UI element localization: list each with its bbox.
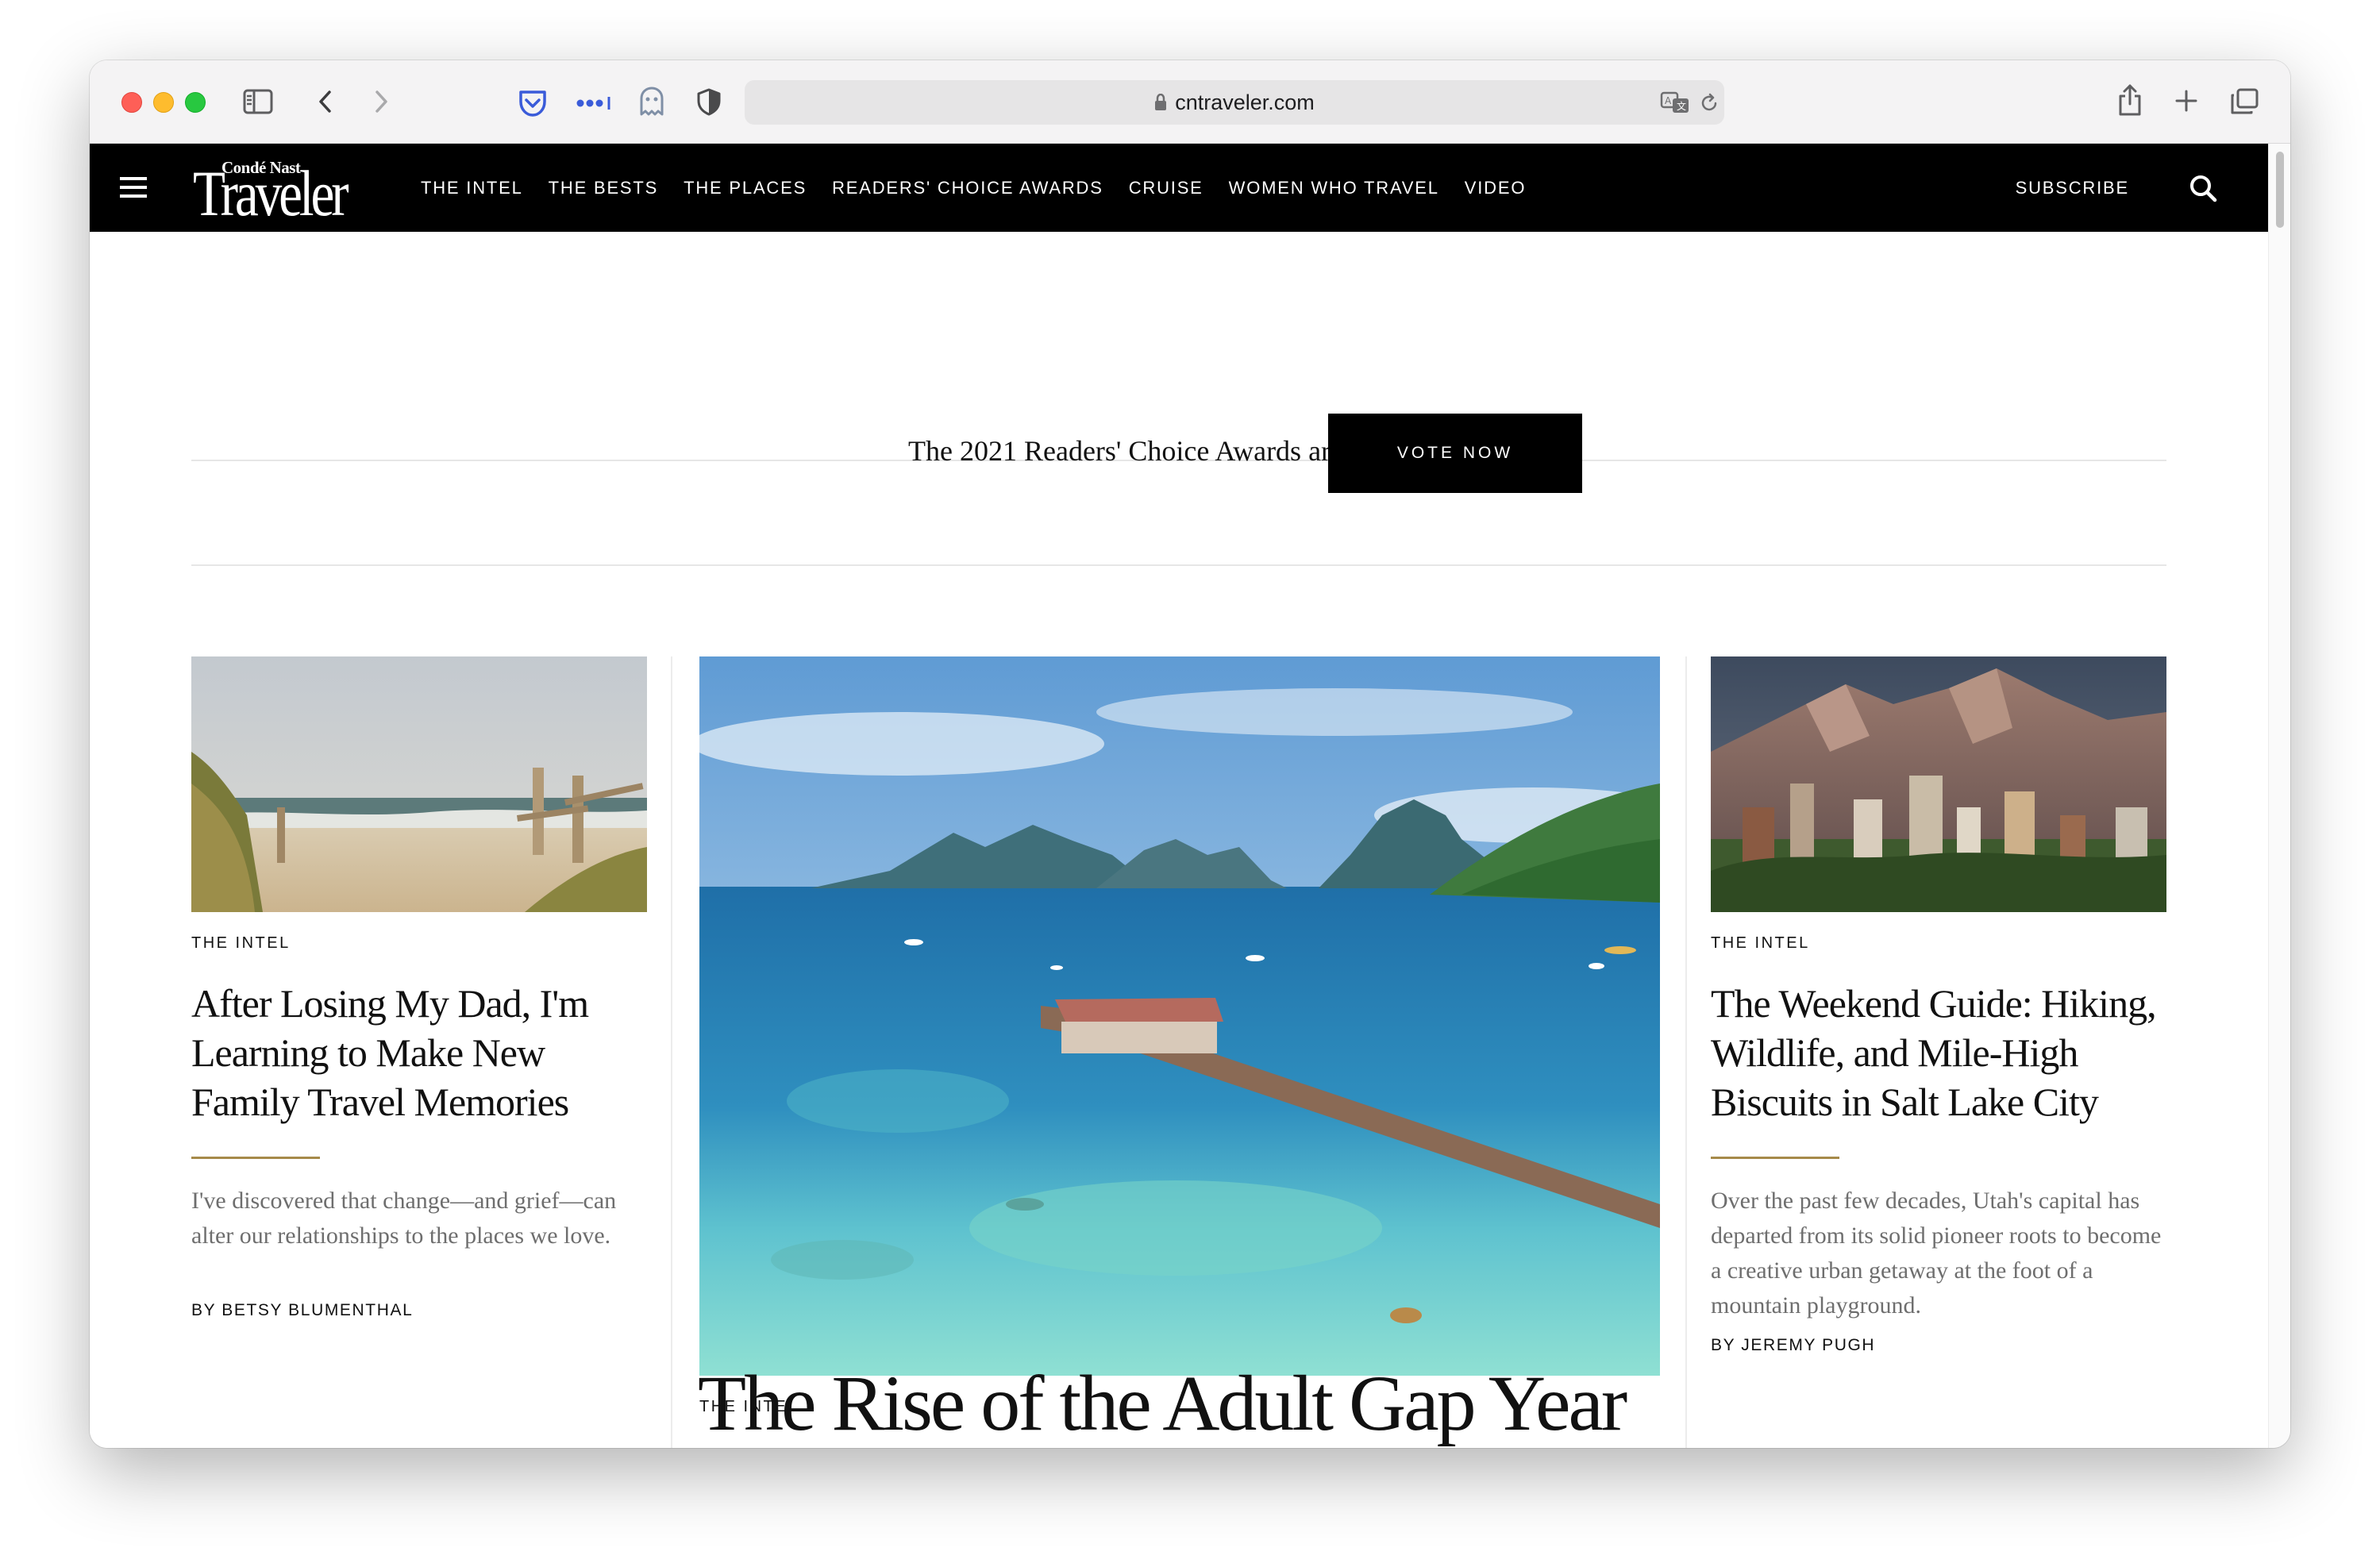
- vote-now-button[interactable]: VOTE NOW: [1328, 414, 1582, 493]
- browser-window: cntraveler.com A文 Condé Nast Traveler TH…: [90, 60, 2290, 1448]
- forward-icon[interactable]: [369, 87, 393, 116]
- beach-article-image[interactable]: [191, 656, 647, 912]
- scrollbar-thumb[interactable]: [2276, 152, 2284, 228]
- search-icon[interactable]: [2189, 174, 2217, 206]
- nav-the-places[interactable]: THE PLACES: [684, 178, 807, 198]
- article-headline[interactable]: After Losing My Dad, I'm Learning to Mak…: [191, 979, 636, 1126]
- main-nav: THE INTEL THE BESTS THE PLACES READERS' …: [421, 144, 1551, 232]
- zoom-window-button[interactable]: [185, 92, 206, 113]
- page-scrollbar[interactable]: [2268, 144, 2290, 1448]
- sidebar-icon[interactable]: [242, 87, 274, 116]
- url-text: cntraveler.com: [1175, 90, 1315, 114]
- svg-text:文: 文: [1677, 100, 1686, 112]
- site-navbar: Condé Nast Traveler THE INTEL THE BESTS …: [90, 144, 2268, 232]
- minimize-window-button[interactable]: [153, 92, 174, 113]
- share-icon[interactable]: [2116, 83, 2144, 117]
- web-page: Condé Nast Traveler THE INTEL THE BESTS …: [90, 144, 2268, 1448]
- article-byline[interactable]: BY BETSY BLUMENTHAL: [191, 1301, 413, 1320]
- address-bar[interactable]: cntraveler.com A文: [745, 80, 1724, 125]
- feature-headline[interactable]: The Rise of the Adult Gap Year: [698, 1356, 1627, 1448]
- password-dots-icon[interactable]: [576, 94, 612, 113]
- nav-cruise[interactable]: CRUISE: [1129, 178, 1203, 198]
- ghost-icon[interactable]: [636, 84, 668, 119]
- reload-icon[interactable]: [1697, 91, 1721, 115]
- hamburger-icon[interactable]: [120, 177, 147, 198]
- nav-video[interactable]: VIDEO: [1465, 178, 1526, 198]
- article-kicker[interactable]: THE INTEL: [1711, 934, 1810, 953]
- site-logo[interactable]: Condé Nast Traveler: [193, 153, 352, 229]
- logo-wordmark: Traveler: [193, 157, 349, 229]
- nav-readers-choice-awards[interactable]: READERS' CHOICE AWARDS: [832, 178, 1103, 198]
- article-byline[interactable]: BY JEREMY PUGH: [1711, 1336, 1875, 1355]
- article-dek: Over the past few decades, Utah's capita…: [1711, 1188, 2162, 1319]
- column-divider-left: [671, 656, 672, 1448]
- nav-women-who-travel[interactable]: WOMEN WHO TRAVEL: [1229, 178, 1439, 198]
- article-dek: I've discovered that change—and grief—ca…: [191, 1188, 617, 1249]
- subscribe-link[interactable]: SUBSCRIBE: [2016, 144, 2129, 232]
- shield-icon[interactable]: [695, 86, 723, 117]
- article-headline[interactable]: The Weekend Guide: Hiking, Wildlife, and…: [1711, 979, 2171, 1126]
- banner-bottom-divider: [191, 564, 2166, 566]
- article-kicker[interactable]: THE INTEL: [191, 934, 291, 953]
- island-pier-feature-image[interactable]: [699, 656, 1660, 1376]
- tabs-overview-icon[interactable]: [2228, 86, 2260, 117]
- pocket-icon[interactable]: [517, 87, 549, 119]
- close-window-button[interactable]: [121, 92, 142, 113]
- back-icon[interactable]: [314, 87, 337, 116]
- banner-text: The 2021 Readers' Choice Awards are live: [908, 435, 1393, 467]
- browser-toolbar: cntraveler.com A文: [90, 60, 2290, 144]
- svg-text:A: A: [1665, 95, 1672, 106]
- translate-icon[interactable]: A文: [1659, 90, 1691, 115]
- new-tab-icon[interactable]: [2173, 87, 2200, 114]
- column-divider-right: [1685, 656, 1687, 1448]
- accent-rule: [191, 1157, 320, 1159]
- lock-icon: [1154, 82, 1167, 126]
- salt-lake-city-article-image[interactable]: [1711, 656, 2166, 912]
- accent-rule: [1711, 1157, 1839, 1159]
- nav-the-bests[interactable]: THE BESTS: [549, 178, 658, 198]
- nav-the-intel[interactable]: THE INTEL: [421, 178, 523, 198]
